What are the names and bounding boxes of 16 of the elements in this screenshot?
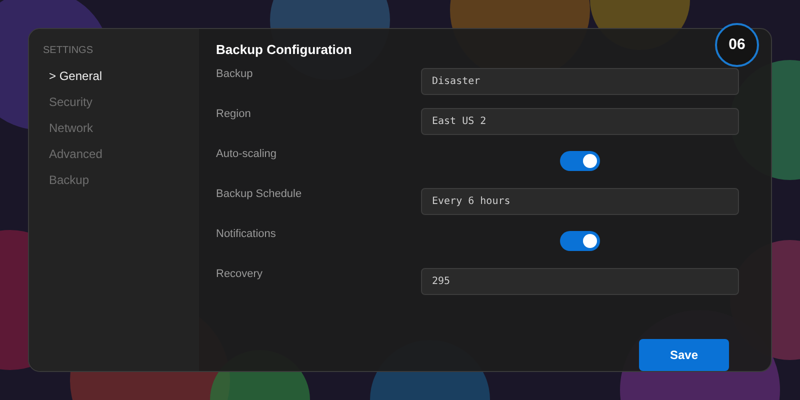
field-label: Notifications xyxy=(216,227,277,242)
sidebar-item[interactable]: > General xyxy=(43,63,102,89)
save-button[interactable]: Save xyxy=(639,339,729,371)
step-badge: 06 xyxy=(715,23,759,67)
field-label: Recovery xyxy=(216,267,264,282)
toggle-switch[interactable] xyxy=(560,151,600,171)
input-field[interactable]: East US 2 xyxy=(421,108,739,134)
field-label: Auto-scaling xyxy=(216,147,278,162)
input-field[interactable]: Every 6 hours xyxy=(421,188,739,214)
field-label: Region xyxy=(216,107,252,122)
toggle-switch[interactable] xyxy=(560,231,600,251)
field-label: Backup Schedule xyxy=(216,187,303,202)
field-label: Backup xyxy=(216,67,254,82)
input-field[interactable]: 295 xyxy=(421,268,739,294)
input-field[interactable]: Disaster xyxy=(421,68,739,94)
sidebar-heading: SETTINGS xyxy=(43,45,94,57)
